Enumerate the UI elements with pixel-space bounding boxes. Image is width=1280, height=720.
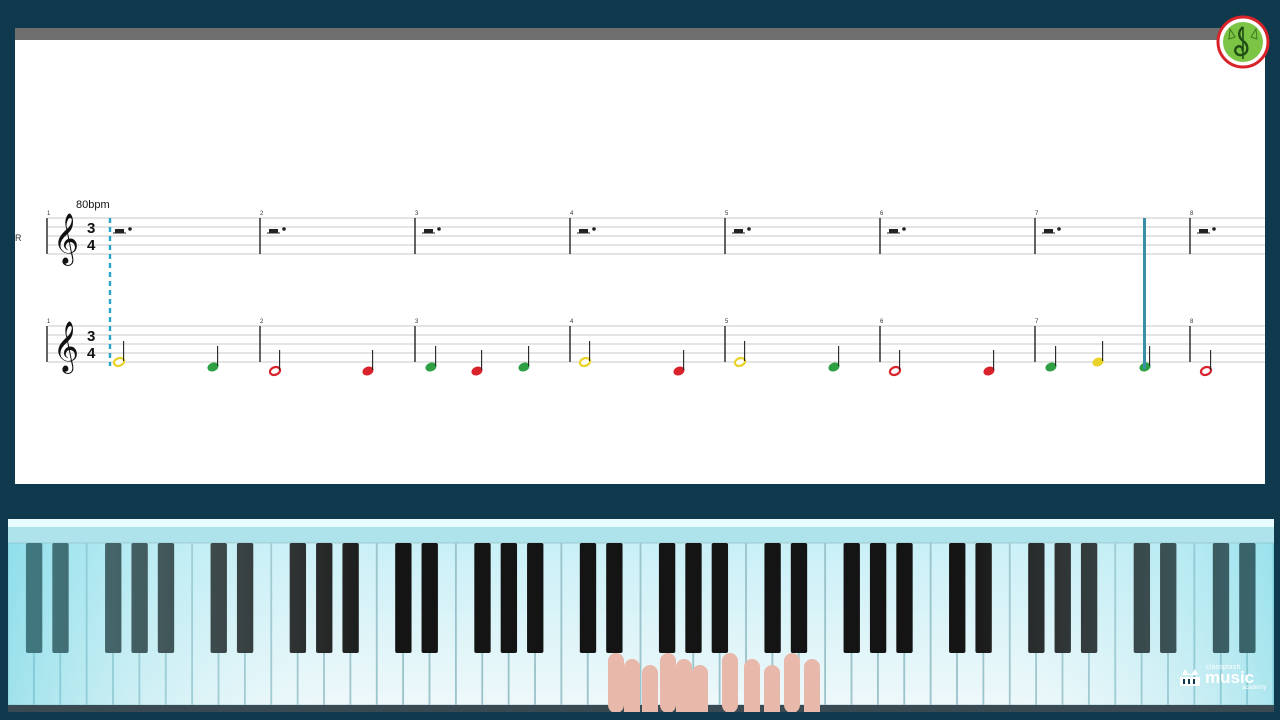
half-rest-icon [1044,229,1053,233]
hand-finger [660,653,676,712]
measure-number: 3 [415,319,419,325]
classplash-logo[interactable] [1216,15,1270,69]
rest-dot [437,227,441,231]
hand-finger [624,659,640,712]
measure-number: 5 [725,211,729,217]
half-rest-icon [1199,229,1208,233]
measure-number: 3 [415,211,419,217]
measure-number: 4 [570,319,574,325]
measure-number: 5 [725,319,729,325]
measure-number: 7 [1035,319,1039,325]
measure-number: 7 [1035,211,1039,217]
rest-dot [902,227,906,231]
piano-keyboard-icon [8,519,1274,712]
half-rest-icon [734,229,743,233]
measure-number: 8 [1190,211,1194,217]
hand-finger [764,665,780,712]
half-rest-icon [115,229,124,233]
half-rest-icon [889,229,898,233]
brand-tiny-text: academy [1242,685,1267,691]
piano-cat-icon [1180,669,1200,686]
rest-dot [128,227,132,231]
rest-dot [1057,227,1061,231]
staff-label: R [15,233,22,243]
time-signature-top: 3 [87,328,95,345]
score-canvas: 80bpmR 𝄞 341 2 3 4 5 6 7 8𝄞 341 2 3 4 5 6 7 8 [15,199,1265,377]
playhead-line [1143,218,1146,369]
piano-light-strip [8,519,1274,527]
measure-number: 2 [260,319,264,325]
hand-finger [744,659,760,712]
piano-bottom-edge [8,705,1274,712]
measure-number: 2 [260,211,264,217]
time-signature-bottom: 4 [87,237,96,254]
measure-number: 1 [47,319,51,325]
classplash-music-academy-brand: classplash music academy [1178,664,1268,694]
measure-number: 6 [880,211,884,217]
tempo-label: 80bpm [76,199,110,211]
measure-number: 8 [1190,319,1194,325]
sheet-music-panel: 80bpm R 𝄞 3 4 1 2 3 4 5 6 7 8 𝄞 3 4 1 2 3 4 5 6 7 8 [15,28,1265,484]
hand-finger [608,653,624,712]
rest-dot [1212,227,1216,231]
rest-dot [592,227,596,231]
half-rest-icon [269,229,278,233]
time-signature-top: 3 [87,220,95,237]
rest-dot [282,227,286,231]
hand-finger [722,653,738,712]
hand-finger [692,665,708,712]
treble-clef-icon: 𝄞 [53,214,79,266]
hand-finger [676,659,692,712]
hand-finger [642,665,658,712]
measure-number: 4 [570,211,574,217]
rest-dot [747,227,751,231]
measure-number: 6 [880,319,884,325]
hand-finger [804,659,820,712]
treble-clef-icon: 𝄞 [53,322,79,374]
piano-video-area [8,519,1274,712]
hand-finger [784,653,800,712]
piano-key-rail [8,527,1274,545]
measure-number: 1 [47,211,51,217]
half-rest-icon [424,229,433,233]
time-signature-bottom: 4 [87,345,96,362]
piano-glow [8,543,1274,712]
half-rest-icon [579,229,588,233]
brand-big-text: music [1205,668,1255,687]
